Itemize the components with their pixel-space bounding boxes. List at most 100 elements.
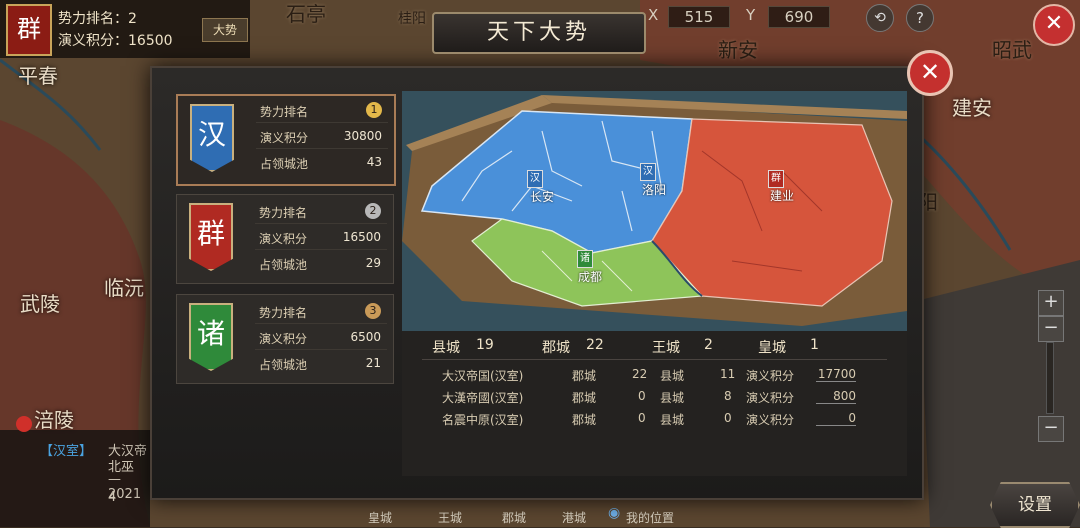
score-value: 6500 xyxy=(350,330,381,344)
stat-label: 王城 xyxy=(652,340,680,356)
zoom-slider-track[interactable] xyxy=(1046,342,1054,414)
x-label: X xyxy=(648,6,659,24)
rank-badge: 3 xyxy=(365,303,381,319)
legend-port-city[interactable]: 港城 xyxy=(562,509,586,526)
share-button[interactable]: ⟲ xyxy=(866,4,894,32)
marker-banner: 汉 xyxy=(640,163,656,181)
map-legend-bar: 皇城 王城 郡城 港城 ◉ 我的位置 xyxy=(330,505,710,527)
score-row: 演义积分 16500 xyxy=(255,227,387,250)
stat-value: 19 xyxy=(476,337,494,353)
region-qun xyxy=(651,118,893,307)
jun-value: 0 xyxy=(638,389,646,403)
table-row: 名震中原(汉室) 郡城 0 县城 0 演义积分 0 xyxy=(402,408,907,430)
dialog-close-button[interactable]: ✕ xyxy=(907,50,953,96)
faction-banner: 群 xyxy=(189,203,233,271)
zoom-min-button[interactable]: − xyxy=(1038,416,1064,442)
cities-row: 占领城池 29 xyxy=(255,253,387,275)
location-pin-icon: ◉ xyxy=(608,505,621,521)
score-label: 演义积分 xyxy=(746,413,795,427)
legion-name: 大漢帝國(汉室) xyxy=(442,391,524,405)
score-label: 演义积分 xyxy=(746,369,795,383)
faction-card-han[interactable]: 汉 势力排名 1 演义积分 30800 占领城池 43 xyxy=(176,94,396,186)
rank-label: 势力排名 xyxy=(259,306,308,320)
cities-label: 占领城池 xyxy=(260,157,309,171)
x-coordinate[interactable]: 515 xyxy=(668,6,730,28)
score-label: 演义积分 xyxy=(260,131,309,145)
y-coordinate[interactable]: 690 xyxy=(768,6,830,28)
city-stats-panel: 县城 19 郡城 22 王城 2 皇城 1 大汉帝国(汉室) 郡城 22 县城 … xyxy=(402,331,907,476)
help-button[interactable]: ? xyxy=(906,4,934,32)
chat-panel[interactable]: 【汉室】 大汉帝 北巫 —2021 4 xyxy=(0,416,150,527)
coordinates: X 515 Y 690 xyxy=(640,6,850,28)
rank-row: 势力排名 2 xyxy=(255,201,387,224)
legend-county-city[interactable]: 郡城 xyxy=(502,509,526,526)
score-label: 演义积分 xyxy=(259,232,308,246)
divider xyxy=(422,359,887,360)
marker-city[interactable]: 洛阳 xyxy=(642,181,666,198)
zoom-in-button[interactable]: + xyxy=(1038,290,1064,316)
map-label: 新安 xyxy=(718,38,758,62)
legend-royal-city[interactable]: 王城 xyxy=(438,509,462,526)
map-label: 武陵 xyxy=(20,292,60,316)
cities-row: 占领城池 43 xyxy=(256,152,388,174)
stat-value: 2 xyxy=(704,337,713,353)
map-label: 建安 xyxy=(952,96,992,120)
y-label: Y xyxy=(746,6,756,24)
marker-city[interactable]: 成都 xyxy=(578,268,602,285)
territory-minimap[interactable] xyxy=(402,91,907,331)
score-label: 演义积分 xyxy=(259,332,308,346)
rank-label: 势力排名 xyxy=(259,206,308,220)
faction-banner: 汉 xyxy=(190,104,234,172)
score-text: 演义积分：16500 xyxy=(58,33,173,49)
rank-text: 势力排名：2 xyxy=(58,11,137,27)
xian-value: 11 xyxy=(720,367,736,381)
legion-name: 名震中原(汉室) xyxy=(442,413,524,427)
map-label: 石亭 xyxy=(286,2,326,26)
map-label: 桂阳 xyxy=(398,11,426,27)
player-faction-hud: 群 势力排名：2 演义积分：16500 大势 xyxy=(0,0,250,58)
jun-label: 郡城 xyxy=(572,413,597,427)
marker-banner: 汉 xyxy=(527,170,543,188)
my-location-button[interactable]: 我的位置 xyxy=(626,509,674,526)
chat-line: 4 xyxy=(108,490,117,505)
stat-label: 皇城 xyxy=(758,340,786,356)
jun-value: 22 xyxy=(632,367,648,381)
settings-button[interactable]: 设置 xyxy=(990,482,1080,528)
close-map-button[interactable]: ✕ xyxy=(1033,4,1075,46)
faction-emblem[interactable]: 群 xyxy=(6,4,52,56)
score-row: 演义积分 6500 xyxy=(255,327,387,350)
chat-tag: 【汉室】 xyxy=(40,444,93,459)
score-label: 演义积分 xyxy=(746,391,795,405)
dialog-title: 天下大势 xyxy=(432,12,646,54)
cities-value: 21 xyxy=(365,356,381,370)
faction-card-qun[interactable]: 群 势力排名 2 演义积分 16500 占领城池 29 xyxy=(176,194,394,284)
score-row: 演义积分 30800 xyxy=(256,126,388,149)
score-value: 17700 xyxy=(816,367,856,382)
stat-label: 县城 xyxy=(432,340,460,356)
xian-label: 县城 xyxy=(660,413,685,427)
cities-label: 占领城池 xyxy=(259,358,308,372)
marker-banner: 诸 xyxy=(577,250,593,268)
stat-value: 22 xyxy=(586,337,604,353)
rank-row: 势力排名 3 xyxy=(255,301,387,324)
jun-label: 郡城 xyxy=(572,369,597,383)
legend-imperial-city[interactable]: 皇城 xyxy=(368,509,392,526)
zoom-out-button[interactable]: − xyxy=(1038,316,1064,342)
xian-value: 0 xyxy=(724,411,732,425)
rank-badge: 1 xyxy=(366,102,382,118)
faction-banner: 诸 xyxy=(189,303,233,371)
table-row: 大漢帝國(汉室) 郡城 0 县城 8 演义积分 800 xyxy=(402,386,907,408)
cities-value: 29 xyxy=(365,256,381,270)
score-value: 0 xyxy=(816,411,856,426)
score-value: 800 xyxy=(816,389,856,404)
marker-city[interactable]: 长安 xyxy=(530,188,554,205)
faction-card-zhu[interactable]: 诸 势力排名 3 演义积分 6500 占领城池 21 xyxy=(176,294,394,384)
table-row: 大汉帝国(汉室) 郡城 22 县城 11 演义积分 17700 xyxy=(402,364,907,386)
rank-label: 势力排名 xyxy=(260,105,309,119)
map-label: 平春 xyxy=(18,64,58,88)
rank-badge: 2 xyxy=(365,203,381,219)
cities-value: 43 xyxy=(366,155,382,169)
marker-city[interactable]: 建业 xyxy=(770,187,794,204)
trend-button[interactable]: 大势 xyxy=(202,18,248,42)
jun-label: 郡城 xyxy=(572,391,597,405)
